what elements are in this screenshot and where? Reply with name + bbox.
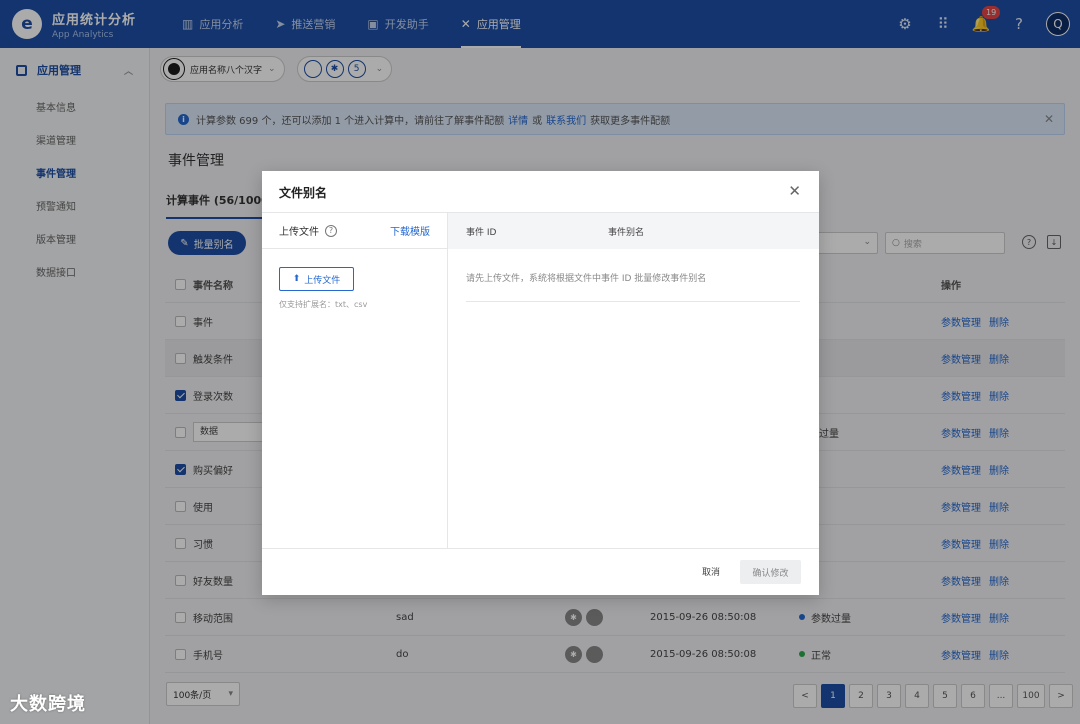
- empty-hint: 请先上传文件，系统将根据文件中事件 ID 批量修改事件别名: [466, 274, 707, 284]
- close-icon[interactable]: ✕: [788, 182, 801, 200]
- watermark: 大数跨境: [10, 694, 86, 715]
- upload-icon: ⬆: [292, 274, 301, 284]
- dialog-footer: 取消 确认修改: [262, 548, 819, 595]
- upload-panel: 上传文件 ? 下载模版 ⬆ 上传文件 仅支持扩展名：txt、csv: [262, 212, 448, 548]
- dialog-title: 文件别名: [279, 186, 328, 200]
- help-icon[interactable]: ?: [325, 224, 337, 237]
- confirm-button[interactable]: 确认修改: [740, 560, 801, 584]
- cancel-button[interactable]: 取消: [702, 565, 720, 578]
- file-alias-dialog: 文件别名 ✕ 上传文件 ? 下载模版 ⬆ 上传文件 仅支持扩展名：txt、csv…: [262, 171, 819, 595]
- alias-preview-panel: 事件 ID 事件别名 请先上传文件，系统将根据文件中事件 ID 批量修改事件别名: [448, 212, 819, 548]
- preview-table-header: 事件 ID 事件别名: [448, 213, 819, 249]
- upload-file-button[interactable]: ⬆ 上传文件: [279, 267, 354, 291]
- upload-hint: 仅支持扩展名：txt、csv: [279, 300, 368, 309]
- divider: [466, 301, 800, 302]
- download-template-link[interactable]: 下载模版: [390, 223, 430, 238]
